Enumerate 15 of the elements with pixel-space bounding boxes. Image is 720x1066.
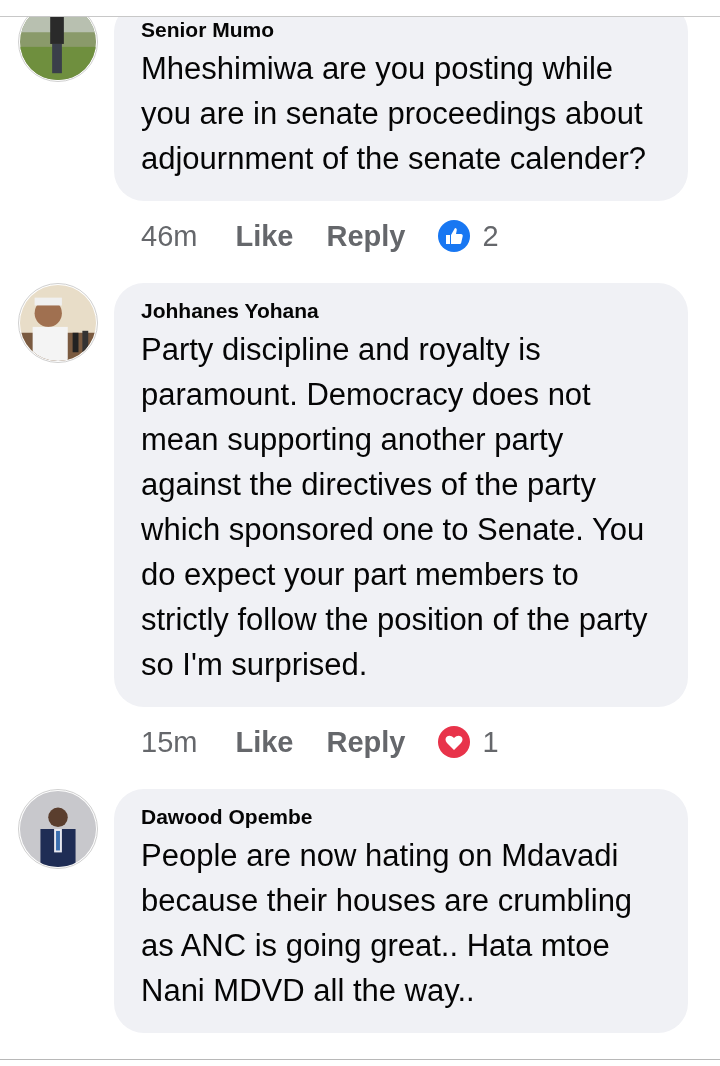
reply-link[interactable]: Reply xyxy=(326,219,406,253)
like-link[interactable]: Like xyxy=(235,219,294,253)
comment-text: People are now hating on Mdavadi because their houses are crumbling as ANC is going great.. Hata mtoe Nani MDVD all the way.. xyxy=(141,837,634,1010)
like-link[interactable]: Like xyxy=(235,725,294,759)
author-name[interactable]: Dawood Opembe xyxy=(141,803,313,831)
timestamp: 46m xyxy=(141,219,198,253)
author-name[interactable]: Senior Mumo xyxy=(141,16,274,44)
reaction-count: 2 xyxy=(482,219,499,253)
timestamp: 15m xyxy=(141,725,198,759)
reply-link[interactable]: Reply xyxy=(326,725,406,759)
comment-text: Party discipline and royalty is paramount. Democracy does not mean supporting another party against the directives of the party which sponsored one to Senate. You do expect your part members to strictly follow the position of the party so I'm surprised. xyxy=(141,331,649,684)
comment-text: Mheshimiwa are you posting while you are in senate proceedings about adjournment of the senate calender? xyxy=(141,50,647,178)
thumbs-up-icon[interactable] xyxy=(438,220,471,252)
reaction-count: 1 xyxy=(482,725,499,759)
author-name[interactable]: Johhanes Yohana xyxy=(141,297,319,325)
